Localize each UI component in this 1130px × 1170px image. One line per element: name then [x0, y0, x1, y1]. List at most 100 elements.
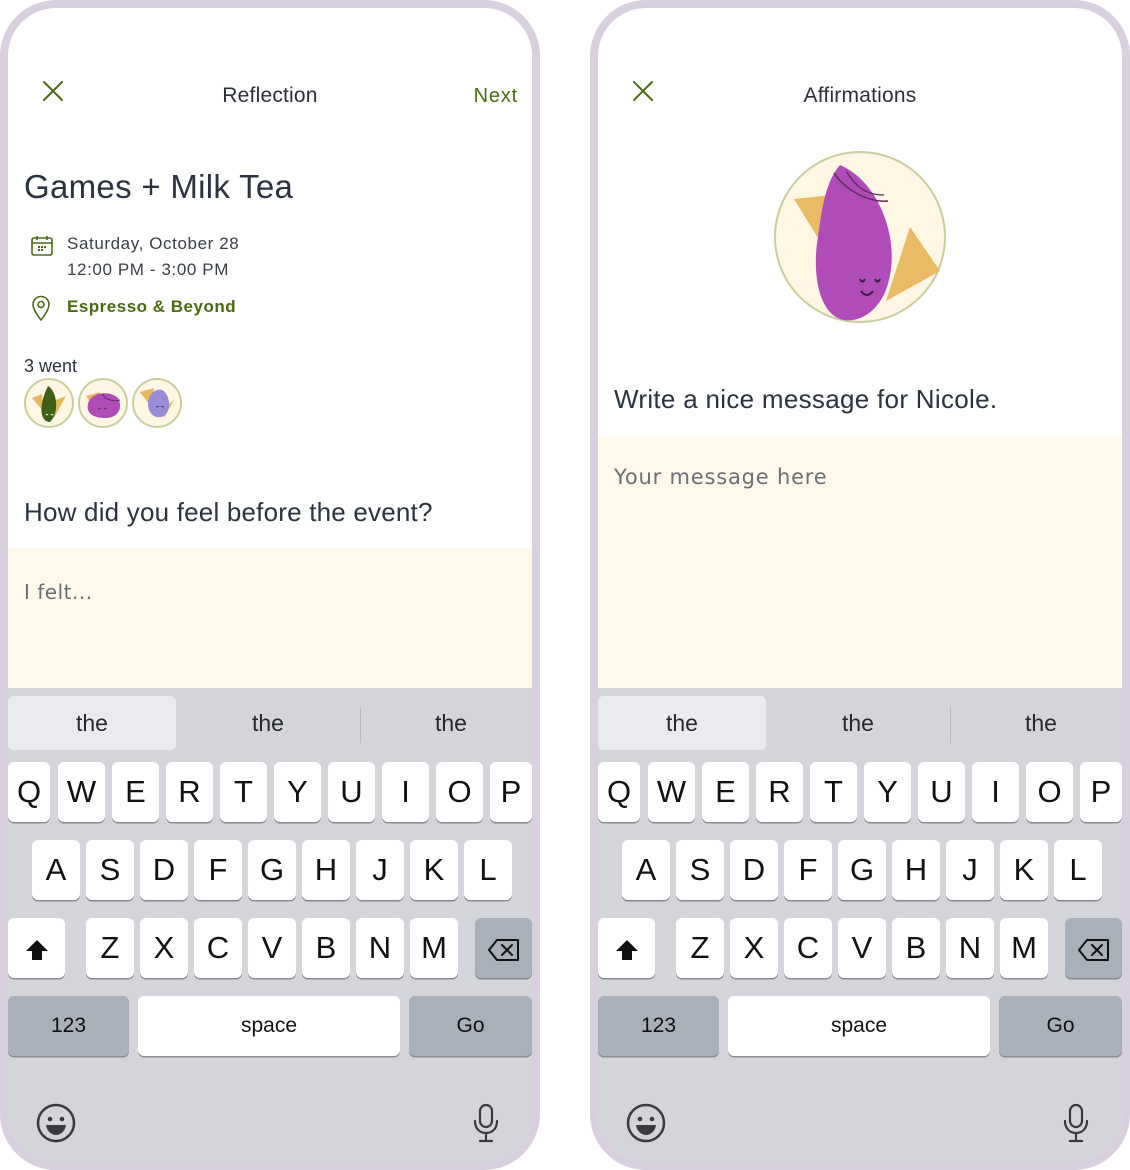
- go-key[interactable]: Go: [999, 996, 1122, 1056]
- suggestion-3[interactable]: the: [368, 696, 532, 750]
- suggestion-divider: [360, 707, 361, 743]
- numbers-key[interactable]: 123: [8, 996, 129, 1056]
- recipient-avatar: [774, 151, 946, 323]
- key-l[interactable]: L: [1054, 840, 1102, 900]
- magenta-seed-avatar-icon: [86, 392, 121, 418]
- key-h[interactable]: H: [892, 840, 940, 900]
- key-p[interactable]: P: [1080, 762, 1122, 822]
- reflection-screen: Reflection Next Games + Milk Tea Saturda…: [0, 0, 540, 1170]
- key-y[interactable]: Y: [274, 762, 321, 822]
- key-g[interactable]: G: [248, 840, 296, 900]
- event-title: Games + Milk Tea: [24, 168, 294, 205]
- key-z[interactable]: Z: [676, 918, 724, 978]
- numbers-key[interactable]: 123: [598, 996, 719, 1056]
- emoji-icon[interactable]: [35, 1102, 77, 1144]
- attendee-avatar[interactable]: [78, 378, 128, 428]
- key-d[interactable]: D: [730, 840, 778, 900]
- backspace-icon: [1077, 938, 1109, 961]
- backspace-key[interactable]: [475, 918, 532, 978]
- answer-field: [8, 548, 532, 688]
- suggestion-1[interactable]: the: [8, 696, 176, 750]
- key-k[interactable]: K: [1000, 840, 1048, 900]
- suggestion-1[interactable]: the: [598, 696, 766, 750]
- key-w[interactable]: W: [58, 762, 105, 822]
- key-v[interactable]: V: [248, 918, 296, 978]
- shift-key[interactable]: [598, 918, 655, 978]
- key-g[interactable]: G: [838, 840, 886, 900]
- event-location-link[interactable]: Espresso & Beyond: [67, 297, 236, 317]
- backspace-key[interactable]: [1065, 918, 1122, 978]
- key-x[interactable]: X: [140, 918, 188, 978]
- key-m[interactable]: M: [1000, 918, 1048, 978]
- key-t[interactable]: T: [220, 762, 267, 822]
- key-f[interactable]: F: [194, 840, 242, 900]
- key-n[interactable]: N: [356, 918, 404, 978]
- key-w[interactable]: W: [648, 762, 695, 822]
- next-button[interactable]: Next: [474, 85, 518, 108]
- key-z[interactable]: Z: [86, 918, 134, 978]
- keyboard: the the the Q W E R T Y U I O P A S D F …: [8, 688, 532, 1162]
- key-o[interactable]: O: [436, 762, 483, 822]
- attendee-avatar[interactable]: [24, 378, 74, 428]
- event-time: 12:00 PM - 3:00 PM: [67, 260, 229, 279]
- key-v[interactable]: V: [838, 918, 886, 978]
- space-key[interactable]: space: [138, 996, 400, 1056]
- microphone-icon[interactable]: [1062, 1102, 1090, 1144]
- suggestion-2[interactable]: the: [776, 696, 940, 750]
- key-p[interactable]: P: [490, 762, 532, 822]
- key-d[interactable]: D: [140, 840, 188, 900]
- key-j[interactable]: J: [946, 840, 994, 900]
- key-q[interactable]: Q: [598, 762, 640, 822]
- key-t[interactable]: T: [810, 762, 857, 822]
- message-input[interactable]: [598, 435, 1122, 688]
- key-l[interactable]: L: [464, 840, 512, 900]
- key-f[interactable]: F: [784, 840, 832, 900]
- suggestion-3[interactable]: the: [958, 696, 1122, 750]
- shift-key[interactable]: [8, 918, 65, 978]
- key-h[interactable]: H: [302, 840, 350, 900]
- key-u[interactable]: U: [328, 762, 375, 822]
- key-k[interactable]: K: [410, 840, 458, 900]
- attendee-avatar[interactable]: [132, 378, 182, 428]
- key-r[interactable]: R: [756, 762, 803, 822]
- affirmations-screen: Affirmations Write a nice message for Ni…: [590, 0, 1130, 1170]
- key-r[interactable]: R: [166, 762, 213, 822]
- key-i[interactable]: I: [972, 762, 1019, 822]
- microphone-icon[interactable]: [472, 1102, 500, 1144]
- key-s[interactable]: S: [676, 840, 724, 900]
- page-title: Reflection: [222, 84, 318, 107]
- location-pin-icon: [32, 295, 50, 322]
- key-y[interactable]: Y: [864, 762, 911, 822]
- key-b[interactable]: B: [892, 918, 940, 978]
- key-a[interactable]: A: [622, 840, 670, 900]
- shift-icon: [25, 939, 48, 960]
- key-e[interactable]: E: [702, 762, 749, 822]
- event-date: Saturday, October 28: [67, 234, 240, 253]
- backspace-icon: [487, 938, 519, 961]
- key-x[interactable]: X: [730, 918, 778, 978]
- calendar-icon: [31, 236, 53, 256]
- suggestion-2[interactable]: the: [186, 696, 350, 750]
- affirmation-prompt: Write a nice message for Nicole.: [614, 384, 998, 414]
- key-c[interactable]: C: [784, 918, 832, 978]
- key-b[interactable]: B: [302, 918, 350, 978]
- keyboard: the the the Q W E R T Y U I O P A S D F …: [598, 688, 1122, 1162]
- go-key[interactable]: Go: [409, 996, 532, 1056]
- emoji-icon[interactable]: [625, 1102, 667, 1144]
- key-i[interactable]: I: [382, 762, 429, 822]
- key-j[interactable]: J: [356, 840, 404, 900]
- space-key[interactable]: space: [728, 996, 990, 1056]
- key-q[interactable]: Q: [8, 762, 50, 822]
- attendance-count: 3 went: [24, 356, 78, 376]
- key-s[interactable]: S: [86, 840, 134, 900]
- reflection-question: How did you feel before the event?: [24, 497, 433, 527]
- key-a[interactable]: A: [32, 840, 80, 900]
- answer-input[interactable]: [8, 548, 532, 688]
- key-c[interactable]: C: [194, 918, 242, 978]
- key-m[interactable]: M: [410, 918, 458, 978]
- green-seed-avatar-icon: [32, 386, 66, 422]
- key-e[interactable]: E: [112, 762, 159, 822]
- key-u[interactable]: U: [918, 762, 965, 822]
- key-o[interactable]: O: [1026, 762, 1073, 822]
- key-n[interactable]: N: [946, 918, 994, 978]
